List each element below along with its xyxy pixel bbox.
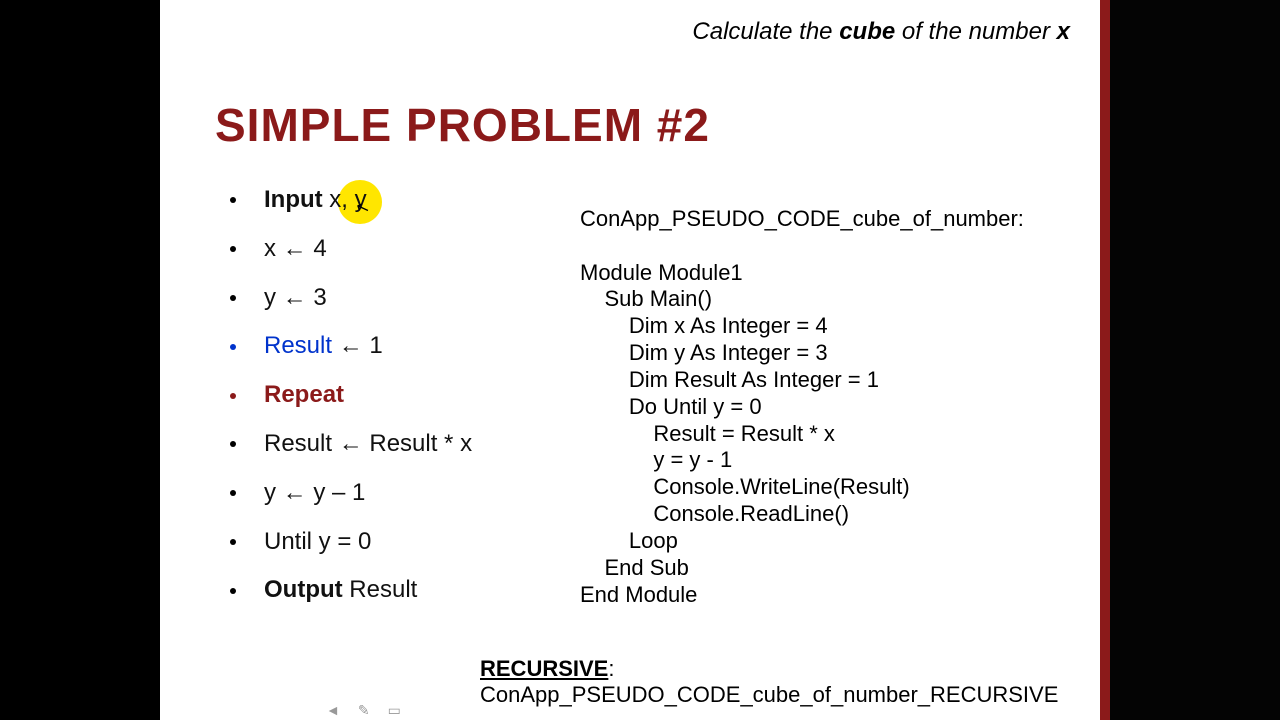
bullet-result-calc: Result ← Result * x	[230, 430, 590, 459]
bullet-dot	[230, 393, 236, 399]
scrollbar-track[interactable]	[1100, 0, 1110, 720]
pen-icon[interactable]: ✎	[358, 702, 370, 719]
bullet-dot	[230, 344, 236, 350]
bullet-label: Result	[264, 332, 332, 359]
code-line: Console.WriteLine(Result)	[580, 474, 910, 499]
bullet-text: Until y = 0	[264, 528, 590, 557]
left-gutter	[0, 0, 160, 720]
code-line: Dim y As Integer = 3	[580, 340, 828, 365]
bullet-text: x ← 4	[264, 235, 590, 264]
bullet-result-init: Result ← 1	[230, 332, 590, 361]
code-line: y = y - 1	[580, 447, 732, 472]
presenter-toolbar: ◄ ✎ ▭	[320, 700, 440, 720]
menu-icon[interactable]: ▭	[388, 702, 401, 719]
bullet-y-dec: y ← y – 1	[230, 479, 590, 508]
bullet-label: Repeat	[264, 381, 344, 408]
code-line: Console.ReadLine()	[580, 501, 849, 526]
code-line: Sub Main()	[580, 286, 712, 311]
code-line: Dim x As Integer = 4	[580, 313, 828, 338]
subtitle-mid: of the number	[895, 18, 1056, 45]
bullet-dot	[230, 490, 236, 496]
bullet-text: y ← y – 1	[264, 479, 590, 508]
slide-area: Calculate the cube of the number x SIMPL…	[160, 0, 1100, 720]
bullet-dot	[230, 246, 236, 252]
bullet-until: Until y = 0	[230, 528, 590, 557]
bullet-dot	[230, 197, 236, 203]
code-line: Module Module1	[580, 260, 743, 285]
bullet-input: Input x, y	[230, 186, 590, 215]
bullet-x-assign: x ← 4	[230, 235, 590, 264]
subtitle-bold-x: x	[1057, 18, 1070, 45]
bullet-rest: ← 1	[332, 332, 383, 359]
code-line: End Module	[580, 582, 697, 607]
bullet-dot	[230, 441, 236, 447]
pseudocode-bullets: Input x, y x ← 4 y ← 3 Result ← 1 Repeat…	[230, 186, 590, 625]
slide-title: SIMPLE PROBLEM #2	[215, 98, 710, 152]
footer-label: RECURSIVE	[480, 656, 608, 681]
code-line: End Sub	[580, 555, 689, 580]
stage: Calculate the cube of the number x SIMPL…	[0, 0, 1280, 720]
code-line: Dim Result As Integer = 1	[580, 367, 879, 392]
bullet-output: Output Result	[230, 576, 590, 605]
bullet-dot	[230, 295, 236, 301]
bullet-text: y ← 3	[264, 284, 590, 313]
subtitle-prefix: Calculate the	[692, 18, 839, 45]
code-block: ConApp_PSEUDO_CODE_cube_of_number: Modul…	[580, 206, 1080, 608]
bullet-dot	[230, 588, 236, 594]
bullet-dot	[230, 539, 236, 545]
prev-slide-icon[interactable]: ◄	[326, 702, 340, 718]
code-line: Result = Result * x	[580, 421, 835, 446]
bullet-y-assign: y ← 3	[230, 284, 590, 313]
subtitle-bold-cube: cube	[839, 18, 895, 45]
code-line: Do Until y = 0	[580, 394, 762, 419]
bullet-label: Output	[264, 576, 343, 603]
footer-note: RECURSIVE: ConApp_PSEUDO_CODE_cube_of_nu…	[480, 656, 1100, 708]
bullet-rest: Result	[343, 576, 418, 603]
slide-subtitle: Calculate the cube of the number x	[560, 18, 1070, 46]
code-line: Loop	[580, 528, 678, 553]
right-dark-panel	[1110, 0, 1280, 720]
bullet-label: Input	[264, 186, 323, 213]
code-line: ConApp_PSEUDO_CODE_cube_of_number:	[580, 206, 1024, 231]
bullet-repeat: Repeat	[230, 381, 590, 410]
bullet-rest: x, y	[323, 186, 367, 213]
bullet-text: Result ← Result * x	[264, 430, 590, 459]
